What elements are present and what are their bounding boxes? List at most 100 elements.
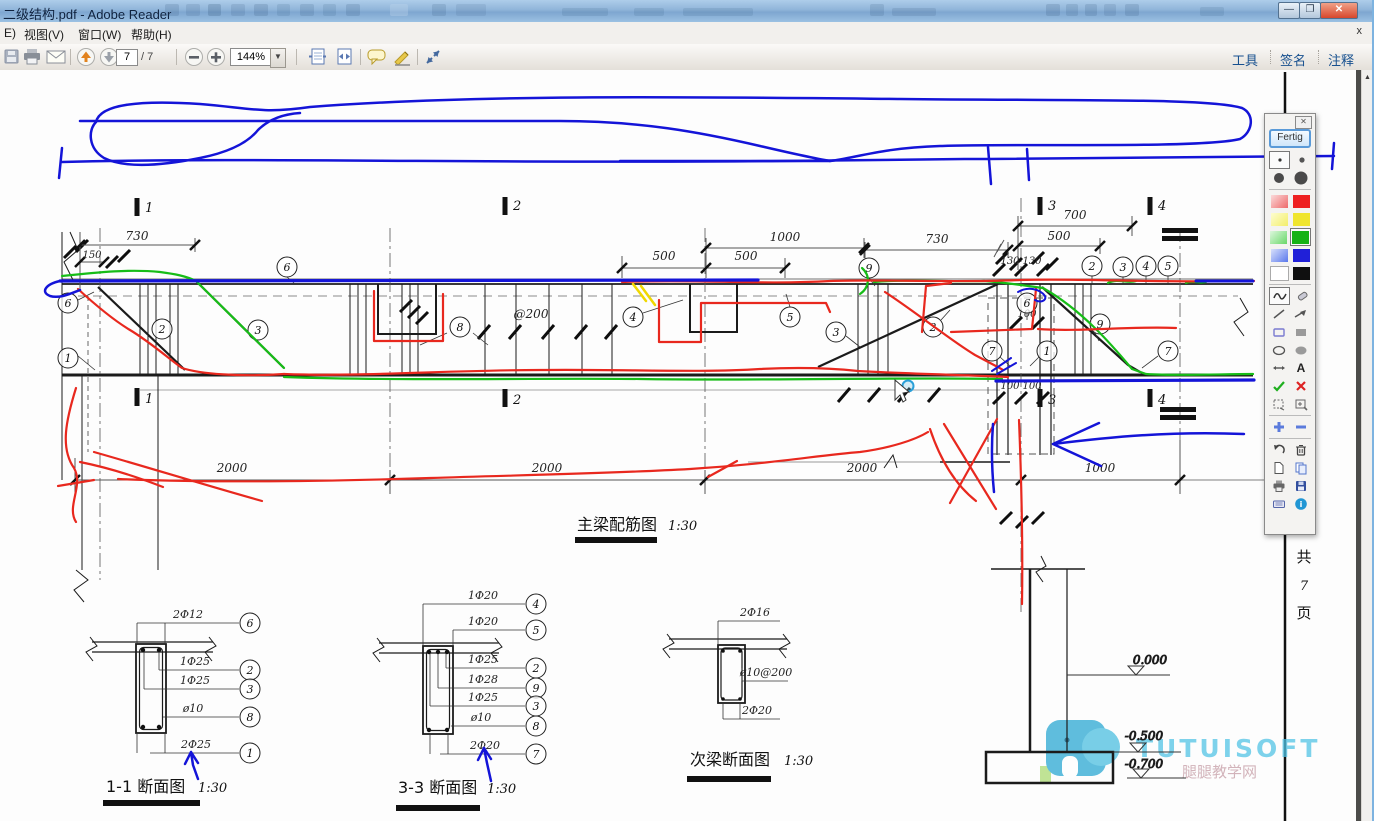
tool-arrow[interactable] xyxy=(1292,306,1311,322)
zoom-out-button[interactable] xyxy=(184,47,204,67)
tool-undo[interactable] xyxy=(1270,442,1289,458)
menu-window[interactable]: 窗口(W) xyxy=(78,26,121,43)
tools-tab[interactable]: 工具 xyxy=(1232,50,1258,69)
expand-arrows-icon xyxy=(423,47,443,67)
previous-page-button[interactable] xyxy=(76,47,96,67)
color-light-yellow[interactable] xyxy=(1270,211,1289,227)
rectangle-icon xyxy=(1272,325,1286,339)
page-number-input[interactable]: 7 xyxy=(116,49,138,66)
fit-width-button[interactable] xyxy=(334,47,354,67)
ghost-text xyxy=(562,8,608,16)
keyboard-icon xyxy=(1272,497,1286,511)
tool-text[interactable]: A xyxy=(1292,360,1311,376)
tool-whiteboard[interactable] xyxy=(1270,496,1289,512)
color-red[interactable] xyxy=(1292,193,1311,209)
pen-size-1[interactable] xyxy=(1269,151,1290,169)
print-button[interactable] xyxy=(22,47,42,67)
palette-close-icon[interactable]: ✕ xyxy=(1295,116,1312,129)
filled-rectangle-icon xyxy=(1294,325,1308,339)
ghost-icon xyxy=(870,4,884,16)
color-yellow[interactable] xyxy=(1292,211,1311,227)
done-button[interactable]: Fertig xyxy=(1269,129,1311,148)
pdf-page-canvas[interactable] xyxy=(0,70,1356,821)
undo-icon xyxy=(1272,443,1286,457)
toolbar: 7 / 7 144% ▼ 工具 签名 注释 xyxy=(0,44,1374,71)
color-light-blue[interactable] xyxy=(1270,247,1289,263)
adobe-reader-window: 二级结构.pdf - Adobe Reader — ❐ ✕ E) 视图(V) 窗… xyxy=(0,0,1374,821)
tool-info[interactable]: i xyxy=(1292,496,1311,512)
tool-rect-filled[interactable] xyxy=(1292,324,1311,340)
ghost-icon xyxy=(1085,4,1097,16)
page-fit-icon xyxy=(308,47,330,67)
tool-check[interactable] xyxy=(1270,378,1289,394)
color-light-red[interactable] xyxy=(1270,193,1289,209)
tool-line[interactable] xyxy=(1270,306,1289,322)
tool-snapshot[interactable] xyxy=(1270,396,1289,412)
comment-bubble-button[interactable] xyxy=(366,47,386,67)
printer-icon xyxy=(1272,479,1286,493)
save-button[interactable] xyxy=(2,47,22,67)
email-button[interactable] xyxy=(45,47,65,67)
zoom-in-button[interactable] xyxy=(206,47,226,67)
printer-icon xyxy=(22,47,42,67)
tool-ellipse-outline[interactable] xyxy=(1270,342,1289,358)
signature-pen-icon xyxy=(392,47,414,67)
menu-view[interactable]: 视图(V) xyxy=(24,26,64,43)
restore-button[interactable]: ❐ xyxy=(1299,2,1321,19)
menu-help[interactable]: 帮助(H) xyxy=(131,26,172,43)
toolbar-separator xyxy=(1270,50,1272,64)
tool-double-arrow[interactable] xyxy=(1270,360,1289,376)
color-white[interactable] xyxy=(1270,265,1289,281)
tool-cross[interactable] xyxy=(1292,378,1311,394)
tool-new-page[interactable] xyxy=(1270,460,1289,476)
tool-print[interactable] xyxy=(1270,478,1289,494)
copy-icon xyxy=(1294,461,1308,475)
titlebar[interactable]: 二级结构.pdf - Adobe Reader — ❐ ✕ xyxy=(0,0,1374,23)
tool-save[interactable] xyxy=(1292,478,1311,494)
zoom-dropdown-button[interactable]: ▼ xyxy=(270,48,286,68)
ghost-icon xyxy=(277,4,290,16)
close-button[interactable]: ✕ xyxy=(1320,2,1358,19)
new-document-icon xyxy=(1272,461,1286,475)
svg-text:i: i xyxy=(1300,500,1303,509)
pen-size-3[interactable] xyxy=(1270,170,1289,186)
sign-tab[interactable]: 签名 xyxy=(1280,50,1306,69)
pen-size-2[interactable] xyxy=(1292,152,1311,168)
menu-file-partial[interactable]: E) xyxy=(4,26,16,40)
tool-zoom-out[interactable] xyxy=(1292,419,1311,435)
color-light-green[interactable] xyxy=(1269,229,1288,245)
toolbar-separator xyxy=(296,49,297,65)
color-black[interactable] xyxy=(1292,265,1311,281)
ghost-icon xyxy=(346,4,360,16)
ghost-icon xyxy=(300,4,314,16)
ghost-icon xyxy=(1125,4,1139,16)
ghost-icon-active xyxy=(390,4,408,16)
ghost-icon xyxy=(1046,4,1060,16)
minimize-button[interactable]: — xyxy=(1278,2,1300,19)
scroll-up-icon: ▲ xyxy=(1364,74,1371,81)
menubar-close-icon[interactable]: x xyxy=(1357,25,1363,37)
tool-rect-outline[interactable] xyxy=(1270,324,1289,340)
tool-delete[interactable] xyxy=(1292,442,1311,458)
tool-zoom-box[interactable] xyxy=(1292,396,1311,412)
speech-bubble-icon xyxy=(366,47,388,67)
tool-freehand[interactable] xyxy=(1269,287,1290,305)
fullscreen-button[interactable] xyxy=(423,47,443,67)
tool-copy[interactable] xyxy=(1292,460,1311,476)
zoom-level-input[interactable]: 144% xyxy=(230,48,272,66)
color-blue[interactable] xyxy=(1292,247,1311,263)
ghost-icon xyxy=(208,4,221,16)
color-green[interactable] xyxy=(1290,228,1311,246)
check-icon xyxy=(1272,379,1286,393)
page-width-icon xyxy=(334,47,356,67)
line-icon xyxy=(1272,307,1286,321)
tool-ellipse-filled[interactable] xyxy=(1292,342,1311,358)
sign-button[interactable] xyxy=(392,47,412,67)
save-icon xyxy=(1294,479,1308,493)
pen-size-4[interactable] xyxy=(1292,170,1311,186)
scroll-mode-button[interactable] xyxy=(308,47,328,67)
comment-tab[interactable]: 注释 xyxy=(1328,50,1354,69)
menubar: E) 视图(V) 窗口(W) 帮助(H) x xyxy=(0,22,1374,45)
tool-eraser[interactable] xyxy=(1292,288,1311,304)
tool-zoom-in[interactable] xyxy=(1270,419,1289,435)
